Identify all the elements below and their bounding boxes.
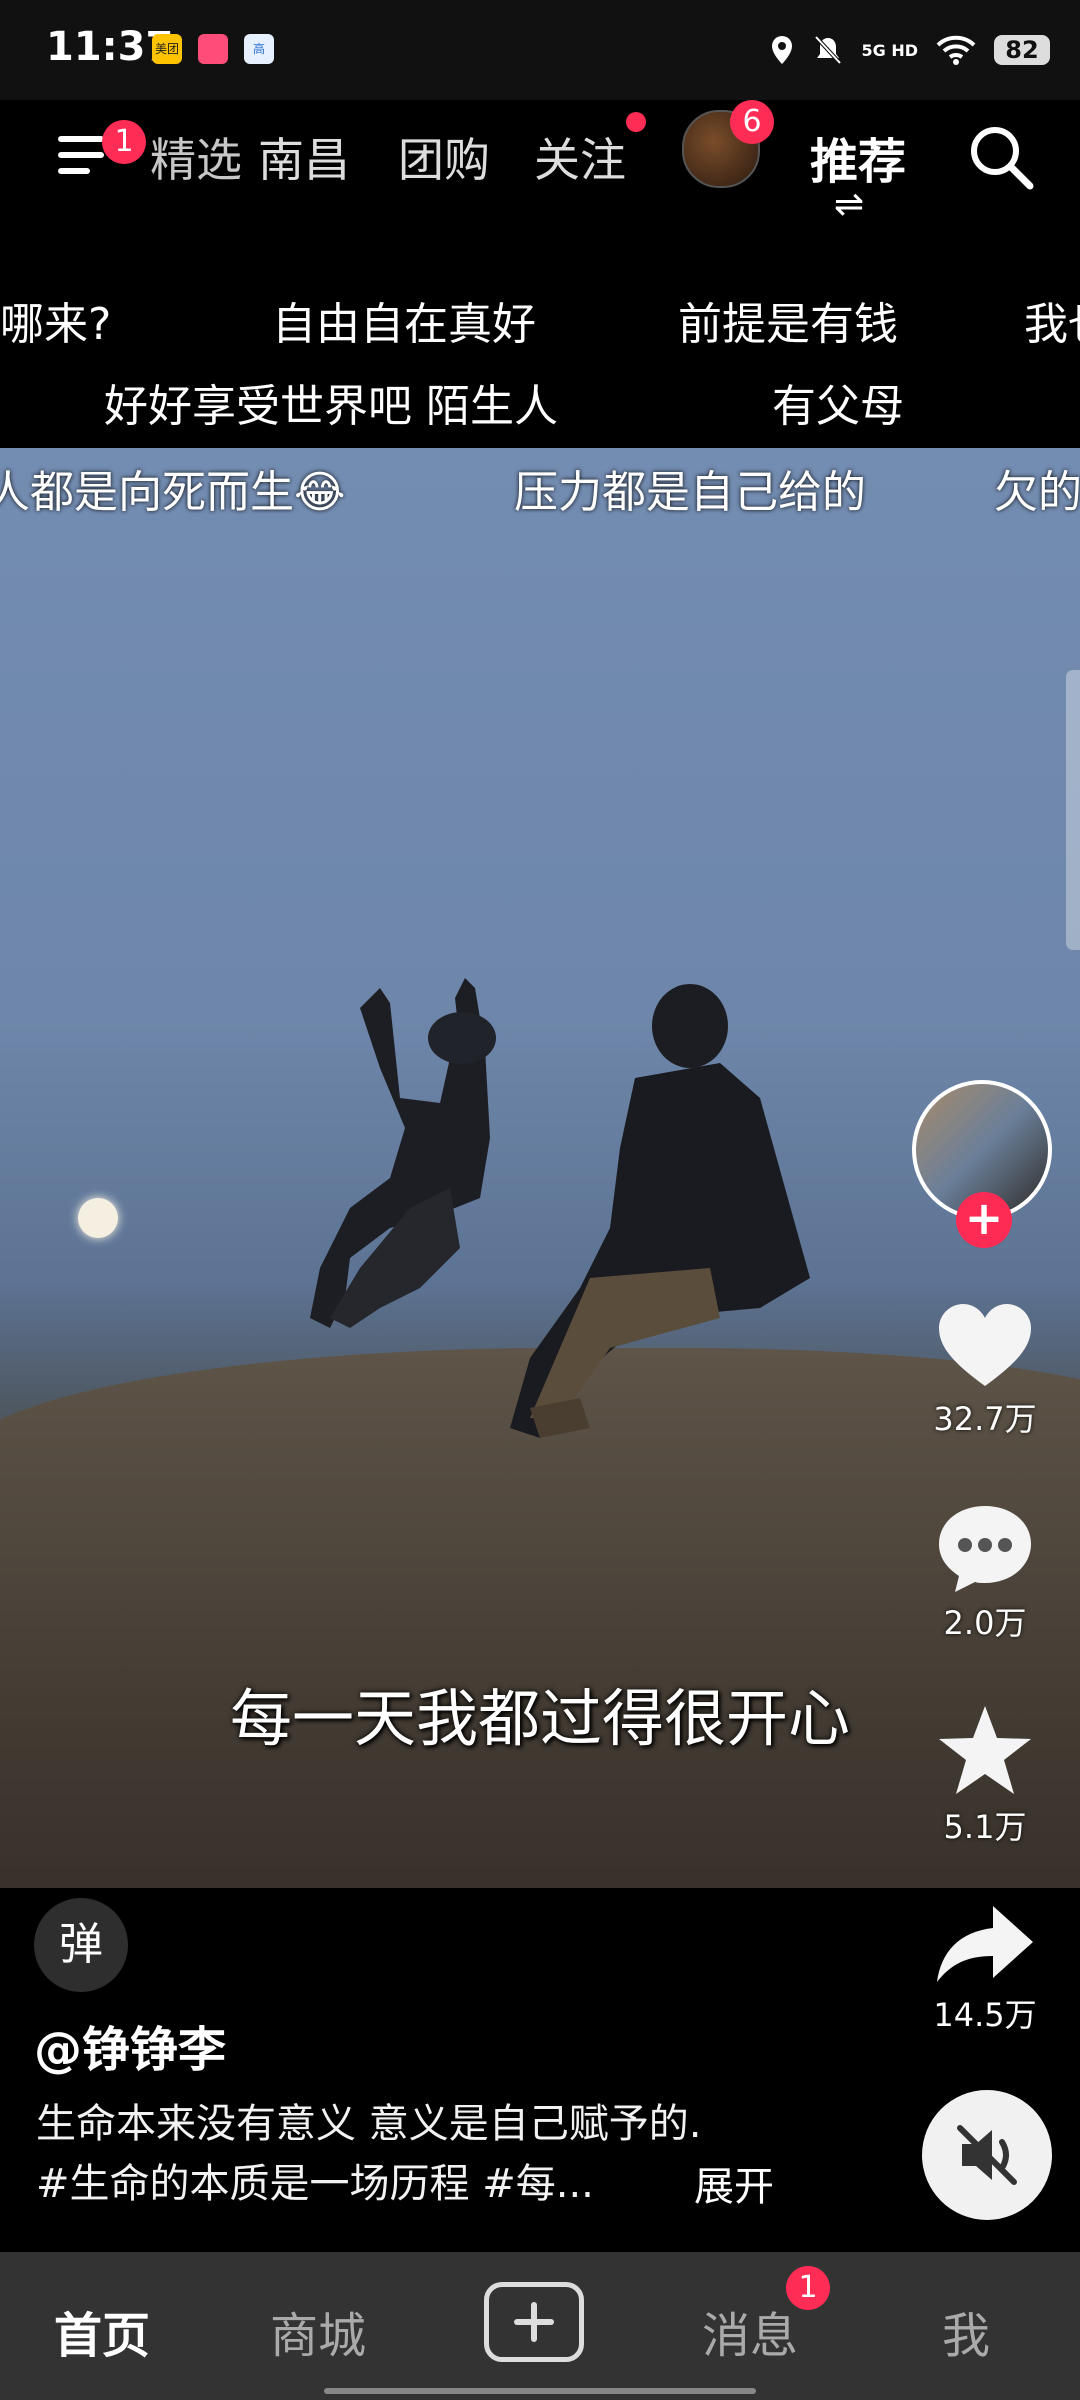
nav-home[interactable]: 首页 xyxy=(54,2296,150,2366)
tab-following[interactable]: 关注 xyxy=(534,124,626,190)
like-count: 32.7万 xyxy=(933,1400,1037,1438)
share-arrow-icon xyxy=(937,1906,1033,1982)
danmaku-comment: 哪来? xyxy=(0,299,112,350)
favorite-button[interactable]: 5.1万 xyxy=(920,1702,1050,1848)
video-subtitle: 每一天我都过得很开心 xyxy=(229,1682,850,1755)
nav-me[interactable]: 我 xyxy=(942,2296,990,2366)
share-button[interactable]: 14.5万 xyxy=(920,1902,1050,2036)
live-badge: 6 xyxy=(730,100,774,144)
like-button[interactable]: 32.7万 xyxy=(920,1300,1050,1440)
battery-indicator: 82 xyxy=(994,35,1050,65)
shopping-app-icon xyxy=(198,34,228,64)
following-dot xyxy=(626,112,646,132)
meituan-app-icon: 美团 xyxy=(152,34,182,64)
menu-button[interactable]: 1 xyxy=(50,120,146,184)
menu-icon-line xyxy=(58,136,104,142)
author-name[interactable]: @铮铮李 xyxy=(34,2010,226,2080)
mute-button[interactable] xyxy=(922,2090,1052,2220)
comment-count: 2.0万 xyxy=(943,1604,1027,1642)
danmaku-comment: 自由自在真好 xyxy=(272,299,536,350)
favorite-count: 5.1万 xyxy=(943,1808,1027,1846)
status-indicators: 5G HD 82 xyxy=(769,30,1050,70)
danmaku-comment: 好好享受世界吧 陌生人 xyxy=(104,381,558,432)
danmaku-comment: 压力都是自己给的 xyxy=(514,467,866,518)
tab-featured[interactable]: 精选 xyxy=(150,124,242,190)
tab-group-buy[interactable]: 团购 xyxy=(398,124,490,190)
danmaku-toggle-button[interactable]: 弹 xyxy=(34,1898,128,1992)
home-indicator[interactable] xyxy=(324,2388,756,2394)
expand-button[interactable]: 展开 xyxy=(694,2154,774,2212)
moon-image xyxy=(78,1198,118,1238)
map-app-icon: 高 xyxy=(244,34,274,64)
menu-icon-line xyxy=(58,152,104,158)
create-button[interactable] xyxy=(484,2282,584,2362)
mute-bell-icon xyxy=(815,35,842,65)
swap-icon[interactable]: ⇌ xyxy=(834,184,864,225)
messages-badge: 1 xyxy=(786,2266,830,2310)
wifi-icon xyxy=(936,35,976,65)
comment-icon xyxy=(939,1506,1031,1592)
tab-recommend[interactable]: 推荐 xyxy=(810,122,906,192)
live-avatar[interactable]: 6 xyxy=(682,100,774,188)
comment-button[interactable]: 2.0万 xyxy=(920,1502,1050,1644)
danmaku-comment: 人都是向死而生😂 xyxy=(0,467,346,518)
status-bar: 11:37 美团 高 5G HD 82 xyxy=(0,0,1080,100)
danmaku-comment: 欠的 xyxy=(994,467,1080,518)
tab-local[interactable]: 南昌 xyxy=(258,124,350,190)
star-icon xyxy=(939,1706,1031,1794)
danmaku-comment: 我也 xyxy=(1024,299,1080,350)
plus-icon xyxy=(514,2302,554,2342)
follow-plus-button[interactable]: + xyxy=(956,1192,1012,1248)
bottom-nav: 首页 商城 消息 1 我 xyxy=(0,2252,1080,2400)
danmaku-overlay: 哪来? 自由自在真好 前提是有钱 我也 好好享受世界吧 陌生人 有父母 xyxy=(0,250,1080,450)
menu-badge: 1 xyxy=(102,120,146,164)
network-type: 5G HD xyxy=(861,40,918,60)
nav-messages[interactable]: 消息 xyxy=(702,2296,798,2366)
search-icon[interactable] xyxy=(966,122,1036,192)
location-icon xyxy=(772,36,793,64)
menu-icon-line xyxy=(58,168,90,174)
description-line: 生命本来没有意义 意义是自己赋予的. xyxy=(36,2101,702,2147)
danmaku-comment: 有父母 xyxy=(772,381,904,432)
top-nav: 1 精选 南昌 团购 关注 6 推荐 ⇌ xyxy=(0,100,1080,250)
nav-shop[interactable]: 商城 xyxy=(270,2296,366,2366)
danmaku-comment: 前提是有钱 xyxy=(678,299,898,350)
side-scroll-handle[interactable] xyxy=(1066,670,1080,950)
share-count: 14.5万 xyxy=(933,1996,1037,2034)
people-silhouette-image xyxy=(310,978,810,1438)
speaker-muted-icon xyxy=(957,2125,1017,2185)
heart-icon xyxy=(939,1304,1031,1386)
